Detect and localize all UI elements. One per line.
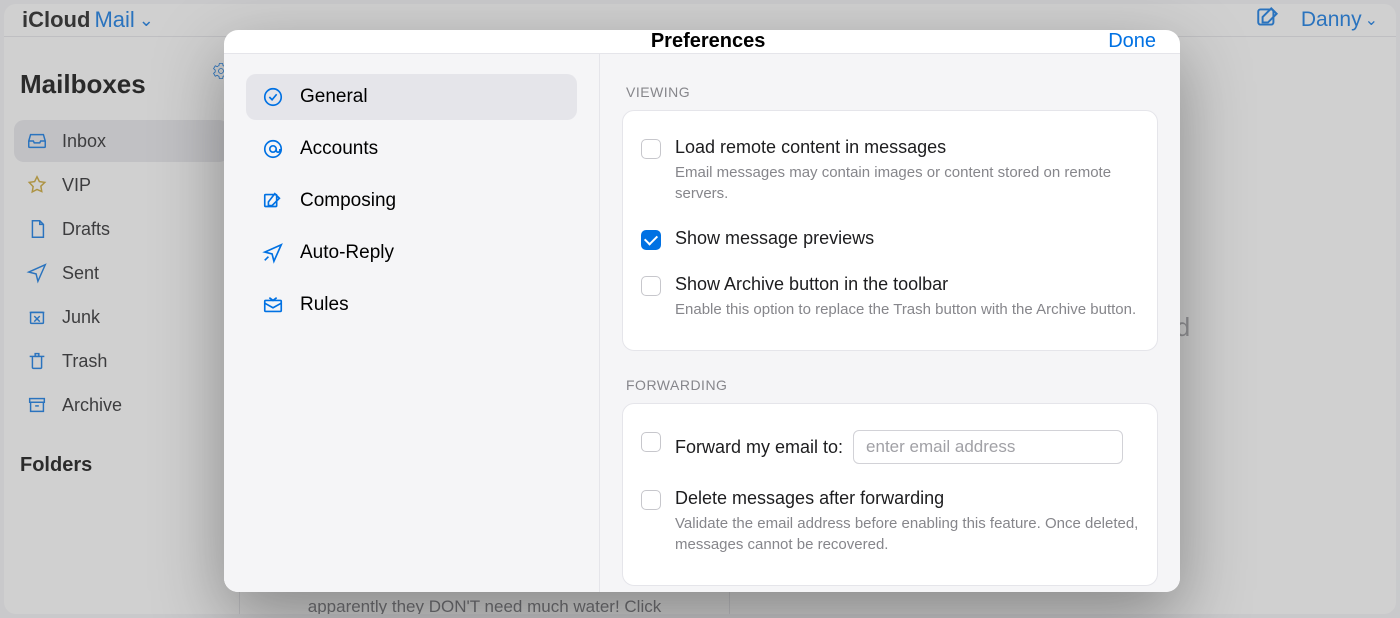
sidebar-item-label: Drafts — [62, 219, 110, 240]
viewing-card: Load remote content in messages Email me… — [622, 110, 1158, 351]
modal-title: Preferences — [308, 30, 1108, 53]
setting-forward-email: Forward my email to: — [641, 422, 1139, 478]
trash-icon — [26, 350, 48, 372]
inbox-icon — [26, 130, 48, 152]
preferences-content: VIEWING Load remote content in messages … — [600, 54, 1180, 592]
checkbox-delete-after-forward[interactable] — [641, 490, 661, 510]
done-button[interactable]: Done — [1108, 30, 1156, 53]
forward-email-input[interactable] — [853, 430, 1123, 464]
preferences-modal: Preferences Done General Accounts Compos… — [224, 30, 1180, 592]
forwarding-header: FORWARDING — [626, 377, 1154, 393]
sidebar-item-sent[interactable]: Sent — [14, 252, 229, 294]
setting-label: Forward my email to: — [675, 437, 843, 458]
sidebar-item-label: VIP — [62, 175, 91, 196]
setting-desc: Enable this option to replace the Trash … — [675, 299, 1139, 320]
setting-label: Show message previews — [675, 228, 1139, 249]
star-icon — [26, 174, 48, 196]
checkbox-archive-button[interactable] — [641, 276, 661, 296]
setting-desc: Email messages may contain images or con… — [675, 162, 1139, 204]
folders-heading: Folders — [20, 454, 223, 477]
setting-archive-button: Show Archive button in the toolbar Enabl… — [641, 264, 1139, 334]
tab-composing[interactable]: Composing — [246, 178, 577, 224]
modal-header: Preferences Done — [224, 30, 1180, 54]
compose-icon — [262, 190, 284, 212]
archive-icon — [26, 394, 48, 416]
user-menu[interactable]: Danny ⌄ — [1301, 8, 1378, 32]
tab-label: Composing — [300, 190, 396, 212]
tab-label: General — [300, 86, 368, 108]
preferences-sidebar: General Accounts Composing Auto-Reply Ru… — [224, 54, 600, 592]
checkbox-forward-email[interactable] — [641, 432, 661, 452]
sidebar-item-label: Archive — [62, 395, 122, 416]
rules-icon — [262, 294, 284, 316]
tab-general[interactable]: General — [246, 74, 577, 120]
sidebar-item-label: Junk — [62, 307, 100, 328]
mailboxes-title: Mailboxes — [20, 69, 223, 100]
autoreply-icon — [262, 242, 284, 264]
setting-delete-after-forward: Delete messages after forwarding Validat… — [641, 478, 1139, 569]
paperplane-icon — [26, 262, 48, 284]
checkbox-load-remote[interactable] — [641, 139, 661, 159]
sidebar-item-vip[interactable]: VIP — [14, 164, 229, 206]
setting-label: Load remote content in messages — [675, 137, 1139, 158]
sidebar-item-label: Inbox — [62, 131, 106, 152]
sidebar-item-drafts[interactable]: Drafts — [14, 208, 229, 250]
tab-rules[interactable]: Rules — [246, 282, 577, 328]
sidebar-item-junk[interactable]: Junk — [14, 296, 229, 338]
icloud-brand: iCloud — [22, 7, 90, 33]
sidebar-item-label: Sent — [62, 263, 99, 284]
tab-label: Auto-Reply — [300, 242, 394, 264]
message-snippet: apparently they DON'T need much water! C… — [308, 597, 661, 614]
at-icon — [262, 138, 284, 160]
checkbox-message-previews[interactable] — [641, 230, 661, 250]
chevron-down-icon[interactable]: ⌄ — [139, 10, 154, 31]
tab-autoreply[interactable]: Auto-Reply — [246, 230, 577, 276]
setting-message-previews: Show message previews — [641, 218, 1139, 264]
setting-label: Show Archive button in the toolbar — [675, 274, 1139, 295]
junk-icon — [26, 306, 48, 328]
mail-menu[interactable]: Mail — [94, 7, 134, 33]
forwarding-card: Forward my email to: Delete messages aft… — [622, 403, 1158, 586]
tab-label: Accounts — [300, 138, 378, 160]
document-icon — [26, 218, 48, 240]
sidebar-item-label: Trash — [62, 351, 107, 372]
sidebar-item-trash[interactable]: Trash — [14, 340, 229, 382]
viewing-header: VIEWING — [626, 84, 1154, 100]
tab-accounts[interactable]: Accounts — [246, 126, 577, 172]
setting-load-remote: Load remote content in messages Email me… — [641, 129, 1139, 218]
mailboxes-sidebar: Mailboxes Inbox VIP Drafts Sent Junk — [4, 37, 240, 614]
chevron-down-icon: ⌄ — [1365, 10, 1378, 30]
compose-icon[interactable] — [1255, 4, 1281, 36]
check-circle-icon — [262, 86, 284, 108]
sidebar-item-archive[interactable]: Archive — [14, 384, 229, 426]
setting-label: Delete messages after forwarding — [675, 488, 1139, 509]
sidebar-item-inbox[interactable]: Inbox — [14, 120, 229, 162]
setting-desc: Validate the email address before enabli… — [675, 513, 1139, 555]
tab-label: Rules — [300, 294, 349, 316]
user-name: Danny — [1301, 8, 1362, 32]
